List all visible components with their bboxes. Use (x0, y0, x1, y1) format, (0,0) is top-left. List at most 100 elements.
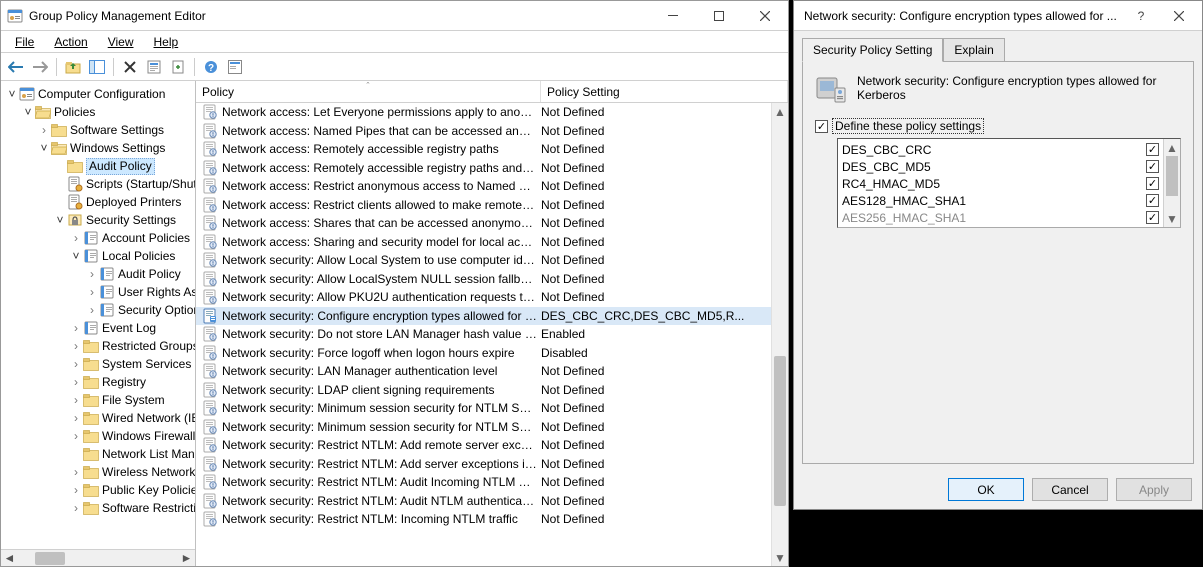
tree-software-settings[interactable]: ›Software Settings (1, 121, 195, 139)
tree-expand-icon[interactable]: › (69, 321, 83, 335)
tab-security-policy-setting[interactable]: Security Policy Setting (802, 38, 943, 62)
encryption-type-checkbox[interactable]: ✓ (1146, 211, 1159, 224)
tree-restricted-groups[interactable]: ›Restricted Groups (1, 337, 195, 355)
tree-audit-policy[interactable]: ›Audit Policy (1, 265, 195, 283)
policy-row[interactable]: Network security: LAN Manager authentica… (196, 362, 788, 381)
tree-policies[interactable]: ˅Policies (1, 103, 195, 121)
encryption-type-row[interactable]: DES_CBC_MD5✓ (842, 158, 1159, 175)
policy-row[interactable]: Network security: Restrict NTLM: Add ser… (196, 455, 788, 474)
policy-row[interactable]: Network security: Restrict NTLM: Audit I… (196, 473, 788, 492)
dialog-help-button[interactable]: ? (1126, 1, 1156, 31)
policy-row[interactable]: Network access: Named Pipes that can be … (196, 122, 788, 141)
show-hide-tree-button[interactable] (86, 56, 108, 78)
tree-expand-icon[interactable]: ˅ (21, 105, 35, 119)
tree-expand-icon[interactable]: › (69, 501, 83, 515)
tree-expand-icon[interactable]: › (85, 267, 99, 281)
apply-button[interactable]: Apply (1116, 478, 1192, 501)
policy-row[interactable]: Network security: Minimum session securi… (196, 418, 788, 437)
tree-expand-icon[interactable]: › (69, 429, 83, 443)
tree-horizontal-scrollbar[interactable]: ◄► (1, 549, 195, 566)
tab-explain[interactable]: Explain (943, 38, 1004, 62)
encryption-type-checkbox[interactable]: ✓ (1146, 160, 1159, 173)
tree-expand-icon[interactable]: › (85, 303, 99, 317)
maximize-button[interactable] (696, 1, 742, 31)
tree-expand-icon[interactable]: › (69, 393, 83, 407)
tree-windows-settings[interactable]: ˅Windows Settings (1, 139, 195, 157)
define-checkbox[interactable]: ✓ (815, 120, 828, 133)
tree-expand-icon[interactable]: › (69, 411, 83, 425)
policy-row[interactable]: Network security: LDAP client signing re… (196, 381, 788, 400)
tree-expand-icon[interactable]: › (85, 285, 99, 299)
tree-security-settings[interactable]: ˅Security Settings (1, 211, 195, 229)
list-vertical-scrollbar[interactable]: ▲ ▼ (771, 103, 788, 566)
tree-expand-icon[interactable]: ˅ (5, 87, 19, 101)
up-folder-button[interactable] (62, 56, 84, 78)
tree-expand-icon[interactable]: ˅ (37, 141, 51, 155)
policy-row[interactable]: Network access: Let Everyone permissions… (196, 103, 788, 122)
back-button[interactable] (5, 56, 27, 78)
cancel-button[interactable]: Cancel (1032, 478, 1108, 501)
encryption-type-row[interactable]: RC4_HMAC_MD5✓ (842, 175, 1159, 192)
tree-public-key[interactable]: ›Public Key Policies (1, 481, 195, 499)
column-header-policy[interactable]: Policyˆ (196, 81, 541, 102)
tree-expand-icon[interactable]: › (37, 123, 51, 137)
policy-row[interactable]: Network access: Restrict clients allowed… (196, 196, 788, 215)
close-button[interactable] (742, 1, 788, 31)
tree-audit-policy-top[interactable]: Audit Policy (1, 157, 195, 175)
encryption-type-checkbox[interactable]: ✓ (1146, 143, 1159, 156)
tree-windows-firewall[interactable]: ›Windows Firewall (1, 427, 195, 445)
encryption-types-list[interactable]: DES_CBC_CRC✓DES_CBC_MD5✓RC4_HMAC_MD5✓AES… (837, 138, 1181, 228)
export-button[interactable] (167, 56, 189, 78)
policy-row[interactable]: Network security: Minimum session securi… (196, 399, 788, 418)
policy-row[interactable]: Network access: Sharing and security mod… (196, 233, 788, 252)
tree-expand-icon[interactable]: › (69, 375, 83, 389)
filter-button[interactable] (224, 56, 246, 78)
help-button[interactable]: ? (200, 56, 222, 78)
policy-row[interactable]: Network security: Restrict NTLM: Audit N… (196, 492, 788, 511)
tree-expand-icon[interactable]: ˅ (69, 249, 83, 263)
policy-list[interactable]: Network access: Let Everyone permissions… (196, 103, 788, 566)
tree-registry[interactable]: ›Registry (1, 373, 195, 391)
tree-event-log[interactable]: ›Event Log (1, 319, 195, 337)
policy-row[interactable]: Network access: Remotely accessible regi… (196, 140, 788, 159)
forward-button[interactable] (29, 56, 51, 78)
policy-row[interactable]: Network security: Force logoff when logo… (196, 344, 788, 363)
menu-file[interactable]: File (7, 33, 42, 51)
policy-row[interactable]: Network security: Allow LocalSystem NULL… (196, 270, 788, 289)
encryption-type-row[interactable]: AES256_HMAC_SHA1✓ (842, 209, 1159, 226)
tree-account-policies[interactable]: ›Account Policies (1, 229, 195, 247)
tree-expand-icon[interactable]: › (69, 465, 83, 479)
tree-expand-icon[interactable]: › (69, 339, 83, 353)
tree-wireless-network[interactable]: ›Wireless Network (IEEE 802.11) (1, 463, 195, 481)
delete-button[interactable] (119, 56, 141, 78)
tree-wired-network[interactable]: ›Wired Network (IEEE 802.3) (1, 409, 195, 427)
tree-expand-icon[interactable]: › (69, 357, 83, 371)
policy-row[interactable]: Network access: Shares that can be acces… (196, 214, 788, 233)
tree-scripts[interactable]: Scripts (Startup/Shutdown) (1, 175, 195, 193)
dialog-close-button[interactable] (1156, 1, 1202, 31)
policy-row[interactable]: Network access: Restrict anonymous acces… (196, 177, 788, 196)
policy-row[interactable]: Network security: Allow PKU2U authentica… (196, 288, 788, 307)
menu-view[interactable]: View (100, 33, 142, 51)
encryption-types-scrollbar[interactable]: ▲ ▼ (1163, 139, 1180, 227)
menu-action[interactable]: Action (46, 33, 95, 51)
policy-row[interactable]: Network security: Restrict NTLM: Add rem… (196, 436, 788, 455)
encryption-type-checkbox[interactable]: ✓ (1146, 177, 1159, 190)
minimize-button[interactable] (650, 1, 696, 31)
encryption-type-checkbox[interactable]: ✓ (1146, 194, 1159, 207)
encryption-type-row[interactable]: AES128_HMAC_SHA1✓ (842, 192, 1159, 209)
column-header-setting[interactable]: Policy Setting (541, 81, 788, 102)
tree-expand-icon[interactable]: ˅ (53, 213, 67, 227)
tree-user-rights[interactable]: ›User Rights Assignment (1, 283, 195, 301)
tree-root[interactable]: ˅Computer Configuration (1, 85, 195, 103)
encryption-type-row[interactable]: DES_CBC_CRC✓ (842, 141, 1159, 158)
ok-button[interactable]: OK (948, 478, 1024, 501)
menu-help[interactable]: Help (146, 33, 187, 51)
tree-expand-icon[interactable]: › (69, 231, 83, 245)
properties-button[interactable] (143, 56, 165, 78)
tree-expand-icon[interactable]: › (69, 483, 83, 497)
policy-row[interactable]: Network security: Do not store LAN Manag… (196, 325, 788, 344)
tree-file-system[interactable]: ›File System (1, 391, 195, 409)
policy-row[interactable]: Network security: Restrict NTLM: Incomin… (196, 510, 788, 529)
tree-local-policies[interactable]: ˅Local Policies (1, 247, 195, 265)
